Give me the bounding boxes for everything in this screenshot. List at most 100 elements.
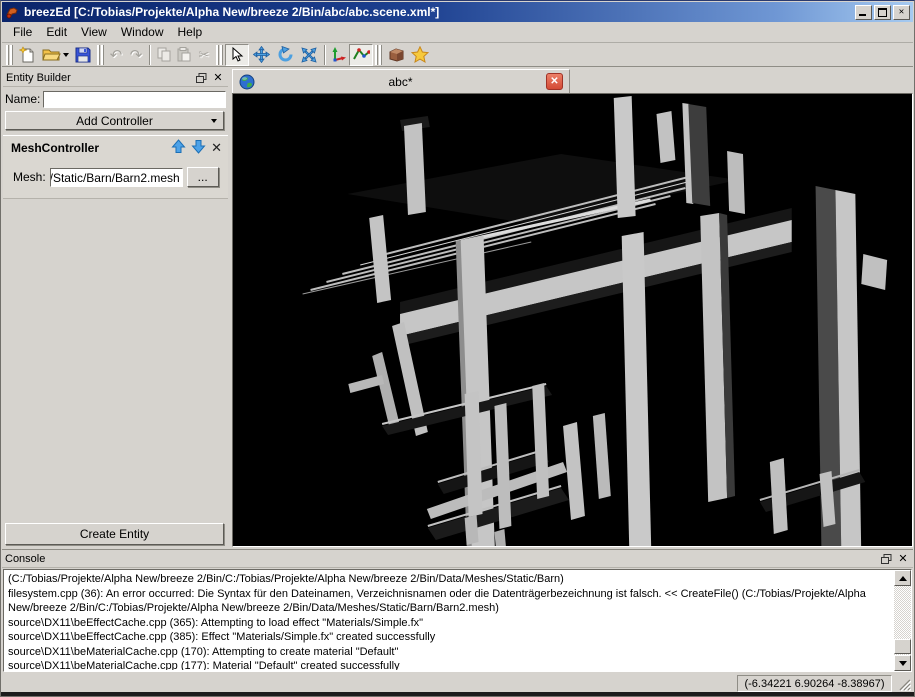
- favorites-button[interactable]: [408, 44, 432, 66]
- mesh-controller-title: MeshController: [11, 141, 100, 155]
- cut-button[interactable]: ✂: [194, 44, 214, 66]
- save-icon: [75, 47, 91, 62]
- toolbar-separator: [149, 44, 151, 65]
- viewport-panel: abc* ✕: [230, 67, 913, 547]
- add-controller-dropdown-arrow: [211, 118, 217, 123]
- open-folder-icon: [41, 49, 61, 61]
- remove-controller-button[interactable]: ✕: [211, 140, 222, 156]
- app-icon: [6, 6, 18, 18]
- world-axes-button[interactable]: [329, 44, 349, 66]
- undo-icon: ↶: [109, 46, 123, 64]
- float-panel-icon[interactable]: [879, 552, 893, 565]
- maximize-button[interactable]: [874, 4, 891, 20]
- console-title: Console: [5, 552, 46, 565]
- console-log[interactable]: (C:/Tobias/Projekte/Alpha New/breeze 2/B…: [3, 569, 912, 672]
- copy-button[interactable]: [154, 44, 174, 66]
- menu-view[interactable]: View: [74, 23, 114, 41]
- open-dropdown-arrow[interactable]: [62, 52, 69, 57]
- open-file-button[interactable]: [39, 44, 71, 66]
- minimize-button[interactable]: [855, 4, 872, 20]
- add-controller-label: Add Controller: [76, 113, 153, 128]
- toolbar-handle[interactable]: [375, 44, 382, 65]
- menu-bar: File Edit View Window Help: [2, 22, 913, 43]
- copy-icon: [157, 47, 171, 62]
- status-bar: (-6.34221 6.90264 -8.38967): [2, 672, 913, 694]
- box-icon: [389, 48, 403, 62]
- console-header: Console ✕: [2, 550, 913, 568]
- 3d-viewport[interactable]: [232, 93, 913, 547]
- console-line: source\DX11\beEffectCache.cpp (365): Att…: [8, 616, 424, 629]
- entity-builder-header: Entity Builder ✕: [3, 69, 228, 87]
- new-file-icon: [18, 46, 33, 63]
- select-tool-button[interactable]: [225, 43, 249, 66]
- console-line: (C:/Tobias/Projekte/Alpha New/breeze 2/B…: [8, 573, 564, 585]
- main-area: Entity Builder ✕ Name: Add Controller Me…: [2, 67, 913, 547]
- save-button[interactable]: [71, 44, 95, 66]
- curve-icon: [352, 48, 370, 60]
- name-input[interactable]: [43, 90, 226, 108]
- toolbar-handle[interactable]: [6, 44, 13, 65]
- select-cursor-icon: [232, 47, 243, 62]
- create-entity-button[interactable]: Create Entity: [5, 523, 224, 545]
- paste-button[interactable]: [174, 44, 194, 66]
- menu-edit[interactable]: Edit: [39, 23, 74, 41]
- tab-close-button[interactable]: ✕: [546, 73, 563, 90]
- add-controller-button[interactable]: Add Controller: [5, 111, 224, 130]
- name-label: Name:: [5, 92, 41, 106]
- cut-icon: ✂: [198, 46, 210, 62]
- barn-mesh-render: [302, 96, 888, 546]
- axes-icon: [332, 46, 346, 61]
- resize-grip[interactable]: [897, 677, 911, 691]
- camera-coordinates: (-6.34221 6.90264 -8.38967): [737, 675, 892, 692]
- mesh-controller-section: MeshController ✕ Mesh: es/Static/Barn/Ba…: [3, 135, 228, 199]
- mesh-label: Mesh:: [13, 170, 46, 184]
- close-panel-icon[interactable]: ✕: [896, 552, 910, 565]
- paste-icon: [177, 47, 191, 62]
- move-tool-button[interactable]: [249, 44, 273, 66]
- scale-icon: [301, 46, 317, 63]
- toolbar-handle[interactable]: [216, 44, 223, 65]
- close-panel-icon[interactable]: ✕: [211, 71, 225, 84]
- rotate-tool-button[interactable]: [273, 44, 297, 66]
- redo-icon: ↷: [129, 46, 143, 64]
- snap-curve-button[interactable]: [349, 43, 373, 66]
- window-title: breezEd [C:/Tobias/Projekte/Alpha New/br…: [24, 5, 440, 19]
- console-line: source\DX11\beMaterialCache.cpp (170): A…: [8, 645, 399, 658]
- console-line: source\DX11\beEffectCache.cpp (385): Eff…: [8, 631, 436, 643]
- console-line: filesystem.cpp (36): An error occurred: …: [8, 587, 866, 615]
- mesh-path-input[interactable]: es/Static/Barn/Barn2.mesh: [49, 167, 183, 187]
- new-file-button[interactable]: [15, 44, 39, 66]
- globe-icon: [239, 74, 255, 89]
- toolbar: ↶ ↷ ✂: [2, 43, 913, 67]
- undo-button[interactable]: ↶: [106, 44, 126, 66]
- scene-tab[interactable]: abc* ✕: [232, 69, 570, 93]
- scroll-up-button[interactable]: [894, 570, 911, 586]
- menu-window[interactable]: Window: [114, 23, 171, 41]
- console-panel: Console ✕ (C:/Tobias/Projekte/Alpha New/…: [2, 549, 913, 672]
- scroll-down-button[interactable]: [894, 655, 911, 671]
- move-controller-down-button[interactable]: [191, 139, 206, 157]
- console-line: source\DX11\beMaterialCache.cpp (177): M…: [8, 660, 400, 670]
- viewport-tab-bar: abc* ✕: [230, 67, 913, 93]
- create-box-button[interactable]: [384, 44, 408, 66]
- title-bar[interactable]: breezEd [C:/Tobias/Projekte/Alpha New/br…: [2, 2, 913, 22]
- browse-mesh-button[interactable]: ...: [186, 167, 219, 187]
- toolbar-separator: [324, 44, 326, 65]
- star-icon: [411, 46, 429, 63]
- menu-help[interactable]: Help: [171, 23, 210, 41]
- rotate-icon: [278, 46, 292, 62]
- entity-builder-title: Entity Builder: [6, 71, 71, 84]
- float-panel-icon[interactable]: [194, 71, 208, 84]
- move-controller-up-button[interactable]: [171, 139, 186, 157]
- scene-tab-label: abc*: [388, 74, 413, 89]
- scrollbar-thumb[interactable]: [894, 639, 911, 654]
- console-scrollbar[interactable]: [894, 570, 911, 671]
- menu-file[interactable]: File: [6, 23, 39, 41]
- scale-tool-button[interactable]: [297, 44, 321, 66]
- window-bottom-border: [1, 692, 914, 696]
- app-window: breezEd [C:/Tobias/Projekte/Alpha New/br…: [0, 0, 915, 697]
- entity-builder-panel: Entity Builder ✕ Name: Add Controller Me…: [3, 69, 228, 547]
- redo-button[interactable]: ↷: [126, 44, 146, 66]
- toolbar-handle[interactable]: [97, 44, 104, 65]
- close-button[interactable]: ✕: [893, 4, 910, 20]
